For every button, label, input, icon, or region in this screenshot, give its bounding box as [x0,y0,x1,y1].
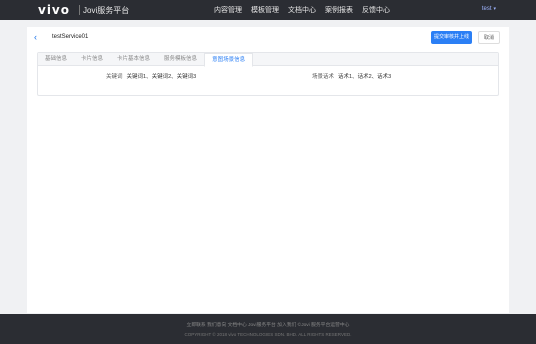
vivo-logo[interactable]: vivo [38,3,70,17]
tab-card-info[interactable]: 卡片信息 [74,53,110,66]
platform-title[interactable]: Jovi服务平台 [83,5,129,16]
nav-case-reports[interactable]: 案例报表 [325,5,353,15]
submit-and-publish-button[interactable]: 提交审核并上线 [431,31,472,44]
keywords-field: 关键词 关键词1、关键词2、关键词3 [106,72,196,80]
tab-service-template-info[interactable]: 服务模板信息 [157,53,204,66]
info-panel: 基础信息 卡片信息 卡片基本信息 服务模板信息 意图场景信息 关键词 关键词1、关… [37,52,499,96]
tab-card-basic-info[interactable]: 卡片基本信息 [110,53,157,66]
main-nav: 内容管理 模板管理 文档中心 案例报表 反馈中心 [214,5,390,15]
footer-links[interactable]: 立即联系 我们意向 文档中心 Jovi服务平台 加入我们 ©Jovi 服务平台运… [0,321,536,328]
tab-intent-scene-info[interactable]: 意图场景信息 [204,53,254,67]
chevron-down-icon: ▾ [493,6,496,12]
scene-phrases-label: 场景话术 [312,74,335,80]
service-name: testService01 [52,34,89,40]
scene-phrases-value: 话术1、话术2、话术3 [338,74,392,80]
logo-divider [79,5,80,15]
keywords-value: 关键词1、关键词2、关键词3 [126,74,197,80]
nav-template-management[interactable]: 模板管理 [251,5,279,15]
footer-copyright: COPYRIGHT © 2018 vivo TECHNOLOGIES SDN. … [184,332,352,337]
nav-doc-center[interactable]: 文档中心 [288,5,316,15]
nav-feedback-center[interactable]: 反馈中心 [362,5,390,15]
tab-bar: 基础信息 卡片信息 卡片基本信息 服务模板信息 意图场景信息 [38,53,498,67]
cancel-button[interactable]: 取消 [478,31,500,44]
keywords-label: 关键词 [106,74,123,80]
scene-phrases-field: 场景话术 话术1、话术2、话术3 [312,72,391,80]
nav-content-management[interactable]: 内容管理 [214,5,242,15]
tab-basic-info[interactable]: 基础信息 [38,53,74,66]
top-navbar: vivo Jovi服务平台 内容管理 模板管理 文档中心 案例报表 反馈中心 t… [0,0,536,20]
page-footer: 立即联系 我们意向 文档中心 Jovi服务平台 加入我们 ©Jovi 服务平台运… [0,314,536,344]
user-menu[interactable]: test ▾ [482,6,496,12]
service-detail-card: ‹ testService01 提交审核并上线 取消 基础信息 卡片信息 卡片基… [27,27,509,313]
back-arrow-icon[interactable]: ‹ [34,32,37,42]
user-name: test [481,6,492,12]
